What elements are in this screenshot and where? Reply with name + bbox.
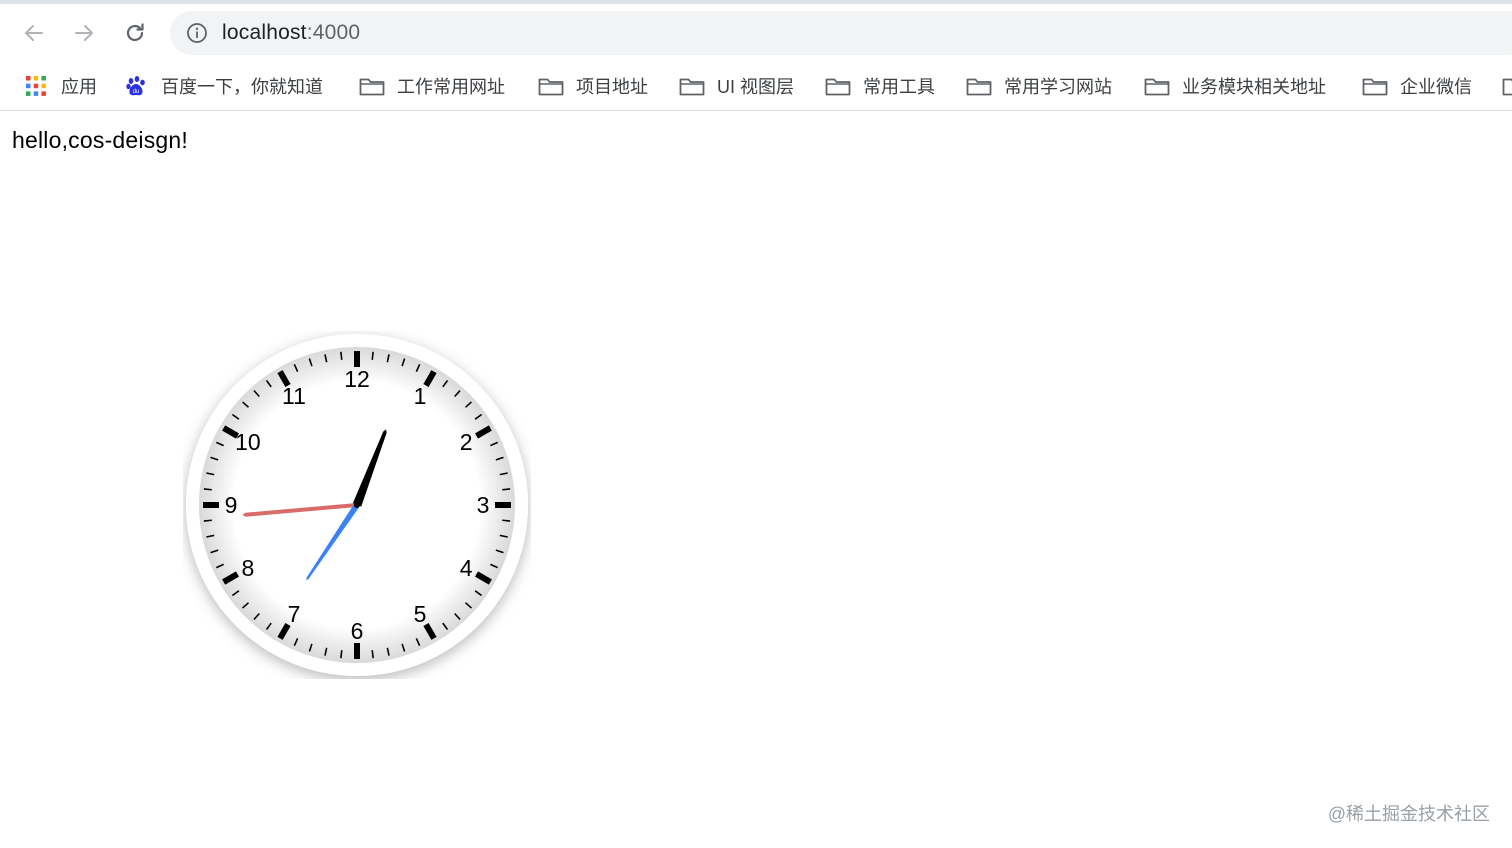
bookmark-label: 百度一下，你就知道 (161, 77, 323, 97)
clock-numeral: 11 (282, 383, 306, 409)
folder-icon (1502, 76, 1512, 96)
svg-text:du: du (133, 89, 140, 95)
folder-icon (1362, 76, 1388, 96)
minor-tick (340, 650, 343, 659)
clock-numeral: 3 (477, 492, 490, 518)
bookmark-label: 业务模块相关地址 (1182, 77, 1326, 97)
reload-icon (126, 23, 144, 42)
apps-grid-icon (23, 76, 49, 96)
bookmark-label: 企业微信 (1400, 77, 1472, 97)
reload-button[interactable] (119, 17, 151, 49)
minor-tick (340, 351, 343, 360)
bookmark-folder[interactable]: 工作常用网址 (359, 62, 505, 110)
bookmark-folder[interactable]: UI 视图层 (679, 62, 794, 110)
folder-icon (359, 76, 385, 96)
bookmark-folder[interactable]: 企业微信 (1362, 62, 1472, 110)
minor-tick (502, 488, 511, 491)
clock-numeral: 4 (460, 555, 473, 581)
address-bar[interactable]: localhost:4000 (170, 11, 1512, 55)
info-icon[interactable] (186, 22, 208, 44)
bookmark-baidu[interactable]: du 百度一下，你就知道 (123, 62, 323, 110)
arrow-right-icon (75, 25, 93, 41)
clock-numeral: 7 (288, 601, 301, 627)
clock-numeral: 12 (344, 366, 370, 392)
url-text[interactable]: localhost:4000 (222, 11, 360, 55)
analog-clock: 12 1 2 3 4 5 6 7 8 9 10 11 (183, 331, 531, 679)
bookmark-label: 项目地址 (576, 77, 648, 97)
browser-toolbar: localhost:4000 (0, 4, 1512, 62)
folder-icon (825, 76, 851, 96)
folder-icon (966, 76, 992, 96)
minor-tick (371, 351, 374, 360)
clock-numeral: 5 (414, 601, 427, 627)
clock-numeral: 2 (460, 429, 473, 455)
folder-icon (679, 76, 705, 96)
bookmark-label: UI 视图层 (717, 77, 795, 97)
bookmark-folder[interactable]: 常用学习网站 (966, 62, 1112, 110)
clock-svg: 121234567891011 (186, 334, 528, 676)
bookmark-folder[interactable]: 常用工具 (825, 62, 935, 110)
bookmark-label: 常用学习网站 (1004, 77, 1112, 97)
bookmark-apps[interactable]: 应用 (23, 62, 97, 110)
bookmark-folder[interactable]: 项目地址 (538, 62, 648, 110)
clock-numeral: 1 (414, 383, 427, 409)
watermark-text: @稀土掘金技术社区 (1327, 804, 1490, 824)
bookmark-label: 应用 (61, 77, 97, 97)
clock-center-pin (354, 502, 360, 508)
bookmark-label: 常用工具 (863, 77, 935, 97)
greeting-text: hello,cos-deisgn! (12, 127, 189, 153)
url-port: :4000 (306, 21, 361, 44)
clock-numeral: 8 (241, 555, 254, 581)
baidu-paw-icon: du (123, 76, 149, 96)
arrow-left-icon (25, 25, 43, 41)
back-button[interactable] (18, 17, 50, 49)
bookmark-folder[interactable]: 业务模块相关地址 (1144, 62, 1326, 110)
minor-tick (371, 650, 374, 659)
clock-numeral: 6 (351, 618, 364, 644)
clock-numeral: 10 (235, 429, 261, 455)
url-host: localhost (222, 21, 307, 44)
minor-tick (203, 519, 212, 522)
folder-icon (1144, 76, 1170, 96)
bookmark-overflow-folder[interactable] (1502, 62, 1512, 110)
bookmarks-bar: 应用 du 百度一下，你就知道 工作常用网址 项目地址 UI 视图层 常用工具 … (0, 62, 1512, 111)
clock-numeral: 9 (225, 492, 238, 518)
bookmark-label: 工作常用网址 (397, 77, 505, 97)
minor-tick (203, 488, 212, 491)
minor-tick (502, 519, 511, 522)
forward-button[interactable] (68, 17, 100, 49)
page-content: hello,cos-deisgn! 12 1 2 3 4 5 6 7 8 9 10 11 @稀土掘金技… (0, 111, 1512, 848)
folder-icon (538, 76, 564, 96)
